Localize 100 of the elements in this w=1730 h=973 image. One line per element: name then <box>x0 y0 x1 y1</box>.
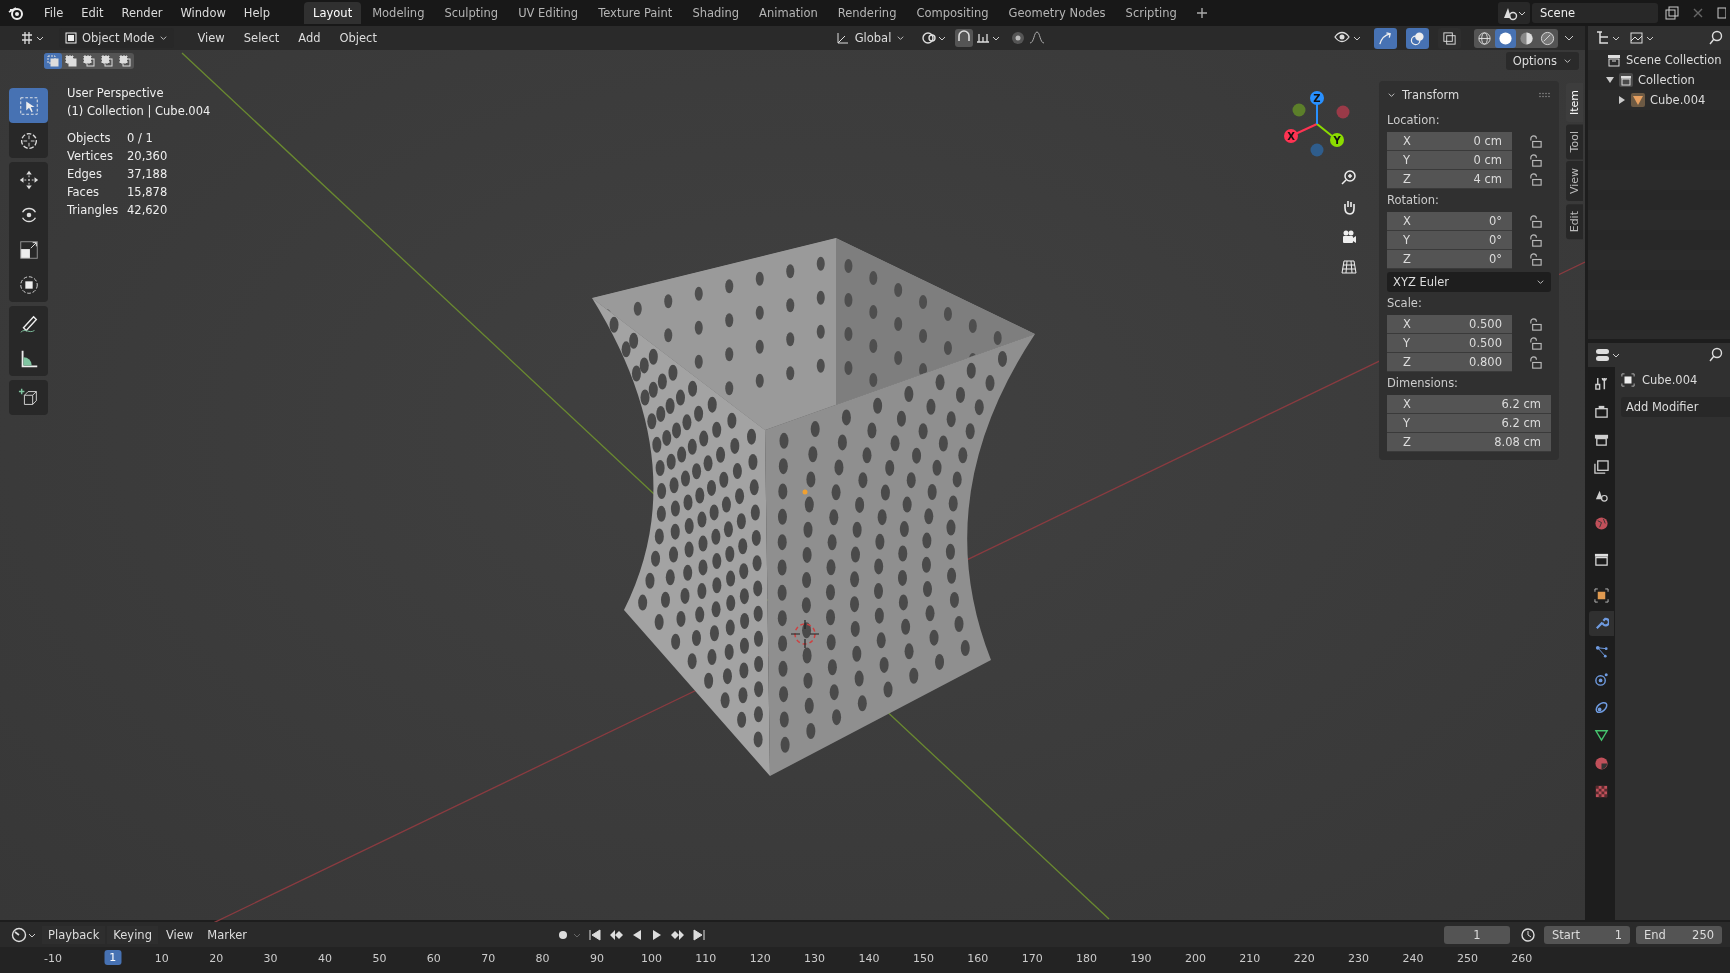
copy-icon[interactable] <box>1664 5 1680 21</box>
scene-field[interactable]: Scene <box>1532 3 1658 23</box>
workspace-tab[interactable]: Shading <box>683 2 749 24</box>
menu-item[interactable]: Playback <box>42 925 106 944</box>
stat-value: 42,620 <box>127 202 169 219</box>
section-label: Location: <box>1387 113 1441 127</box>
number-field[interactable]: X 6.2 cm <box>1387 395 1551 414</box>
chevron-icon[interactable] <box>1387 90 1396 100</box>
frame-number: 30 <box>263 952 278 965</box>
options-dropdown[interactable]: Options <box>1505 52 1579 70</box>
workspace-tab[interactable]: Sculpting <box>435 2 508 24</box>
menu-item[interactable]: Help <box>235 3 279 23</box>
menu-item[interactable]: Add <box>290 28 329 48</box>
select-intersect-icon[interactable] <box>116 53 134 69</box>
sidebar-tab[interactable]: View <box>1566 161 1583 202</box>
lock-icon[interactable] <box>1528 252 1543 267</box>
orientation-dropdown[interactable]: Global <box>829 28 912 48</box>
menu-item[interactable]: Window <box>172 3 234 23</box>
number-field[interactable]: Z 0° <box>1387 250 1512 269</box>
xray-toggle-icon[interactable] <box>1438 27 1461 49</box>
menu-item[interactable]: View <box>189 28 233 48</box>
add-modifier-dropdown[interactable]: Add Modifier <box>1621 397 1730 417</box>
select-set-icon[interactable] <box>44 53 62 69</box>
axis-handle[interactable] <box>1336 105 1350 119</box>
view-name: User Perspective <box>67 85 165 102</box>
crosshair-icon <box>790 619 820 649</box>
menu-item[interactable]: Select <box>235 28 288 48</box>
select-box-tool-icon[interactable] <box>9 88 48 123</box>
number-field[interactable]: Z 8.08 cm <box>1387 433 1551 452</box>
lock-icon[interactable] <box>1528 172 1543 187</box>
menu-item[interactable]: Render <box>113 3 171 23</box>
frame-number: 190 <box>1130 952 1152 965</box>
drag-handle-icon[interactable] <box>1539 92 1551 98</box>
overlay-toggle-icon[interactable] <box>1406 27 1429 49</box>
sidebar-tab[interactable]: Item <box>1566 83 1583 123</box>
number-field[interactable]: X 0 cm <box>1387 132 1512 151</box>
section-label: Scale: <box>1387 296 1423 310</box>
select-extend-icon[interactable] <box>62 53 80 69</box>
sidebar-tab[interactable]: Edit <box>1566 203 1583 239</box>
sidebar-tab[interactable]: Tool <box>1566 124 1583 160</box>
workspace-tab[interactable]: Rendering <box>828 2 906 24</box>
menu-item[interactable]: Edit <box>73 3 112 23</box>
current-frame-field[interactable]: 1 <box>1444 925 1510 944</box>
frame-number: 70 <box>481 952 496 965</box>
select-subtract-icon[interactable] <box>80 53 98 69</box>
caret-icon <box>1563 56 1572 66</box>
rotation-mode-dropdown[interactable]: XYZ Euler <box>1387 272 1551 292</box>
workspace-tab[interactable]: Modeling <box>363 2 434 24</box>
lock-icon[interactable] <box>1528 233 1543 248</box>
menu-item[interactable]: Marker <box>201 925 253 944</box>
number-field[interactable]: Y 6.2 cm <box>1387 414 1551 433</box>
gizmo-toggle-icon[interactable] <box>1374 27 1397 49</box>
workspace-tab[interactable]: Compositing <box>907 2 998 24</box>
menu-item[interactable]: Keying <box>107 925 158 944</box>
lock-icon[interactable] <box>1528 214 1543 229</box>
lock-icon[interactable] <box>1528 134 1543 149</box>
outliner-item[interactable]: Cube.004 <box>1650 93 1706 107</box>
jump-to-start-icon[interactable] <box>587 927 602 942</box>
workspace-tab[interactable]: UV Editing <box>509 2 588 24</box>
number-field[interactable]: X 0° <box>1387 212 1512 231</box>
lock-icon[interactable] <box>1528 355 1543 370</box>
frame-number: 10 <box>154 952 169 965</box>
workspace-tab[interactable]: Texture Paint <box>589 2 682 24</box>
solid-shading-icon[interactable] <box>1495 28 1516 48</box>
number-field[interactable]: X 0.500 <box>1387 315 1512 334</box>
scene-icon[interactable] <box>1498 2 1530 24</box>
lock-icon[interactable] <box>1528 153 1543 168</box>
menu-item[interactable]: View <box>159 925 200 944</box>
workspace-tab[interactable]: Geometry Nodes <box>999 2 1115 24</box>
viewport[interactable] <box>0 26 1585 920</box>
lock-icon[interactable] <box>1528 336 1543 351</box>
disclosure-icon[interactable] <box>1618 96 1626 104</box>
jump-to-end-icon[interactable] <box>691 927 706 942</box>
number-field[interactable]: Z 0.800 <box>1387 353 1512 372</box>
add-icon[interactable] <box>1195 7 1208 19</box>
select-difference-icon[interactable] <box>98 53 116 69</box>
menu-item[interactable]: Object <box>331 28 385 48</box>
next-keyframe-icon[interactable] <box>669 927 686 942</box>
axis-handle[interactable] <box>1310 143 1324 157</box>
number-field[interactable]: Y 0.500 <box>1387 334 1512 353</box>
menu-item[interactable]: File <box>36 3 72 23</box>
number-field[interactable]: Y 0 cm <box>1387 151 1512 170</box>
frame-number: 130 <box>804 952 826 965</box>
outliner-item[interactable]: Collection <box>1638 73 1695 87</box>
number-field[interactable]: Y 0° <box>1387 231 1512 250</box>
panel-title[interactable]: Transform <box>1402 88 1460 102</box>
lock-icon[interactable] <box>1528 317 1543 332</box>
start-frame-field[interactable]: Start 1 <box>1544 925 1630 944</box>
number-field[interactable]: Z 4 cm <box>1387 170 1512 189</box>
axis-handle[interactable] <box>1292 103 1306 117</box>
playhead[interactable]: 1 <box>104 950 122 965</box>
workspace-tab[interactable]: Animation <box>750 2 827 24</box>
outliner-item[interactable]: Scene Collection <box>1626 53 1722 67</box>
modifier-properties-icon[interactable] <box>1589 611 1614 636</box>
workspace-tab[interactable]: Scripting <box>1116 2 1186 24</box>
frame-number: 60 <box>426 952 441 965</box>
disclosure-icon[interactable] <box>1606 76 1614 84</box>
app-logo-icon[interactable] <box>8 5 24 21</box>
workspace-tab[interactable]: Layout <box>304 2 362 24</box>
end-frame-field[interactable]: End 250 <box>1636 925 1722 944</box>
